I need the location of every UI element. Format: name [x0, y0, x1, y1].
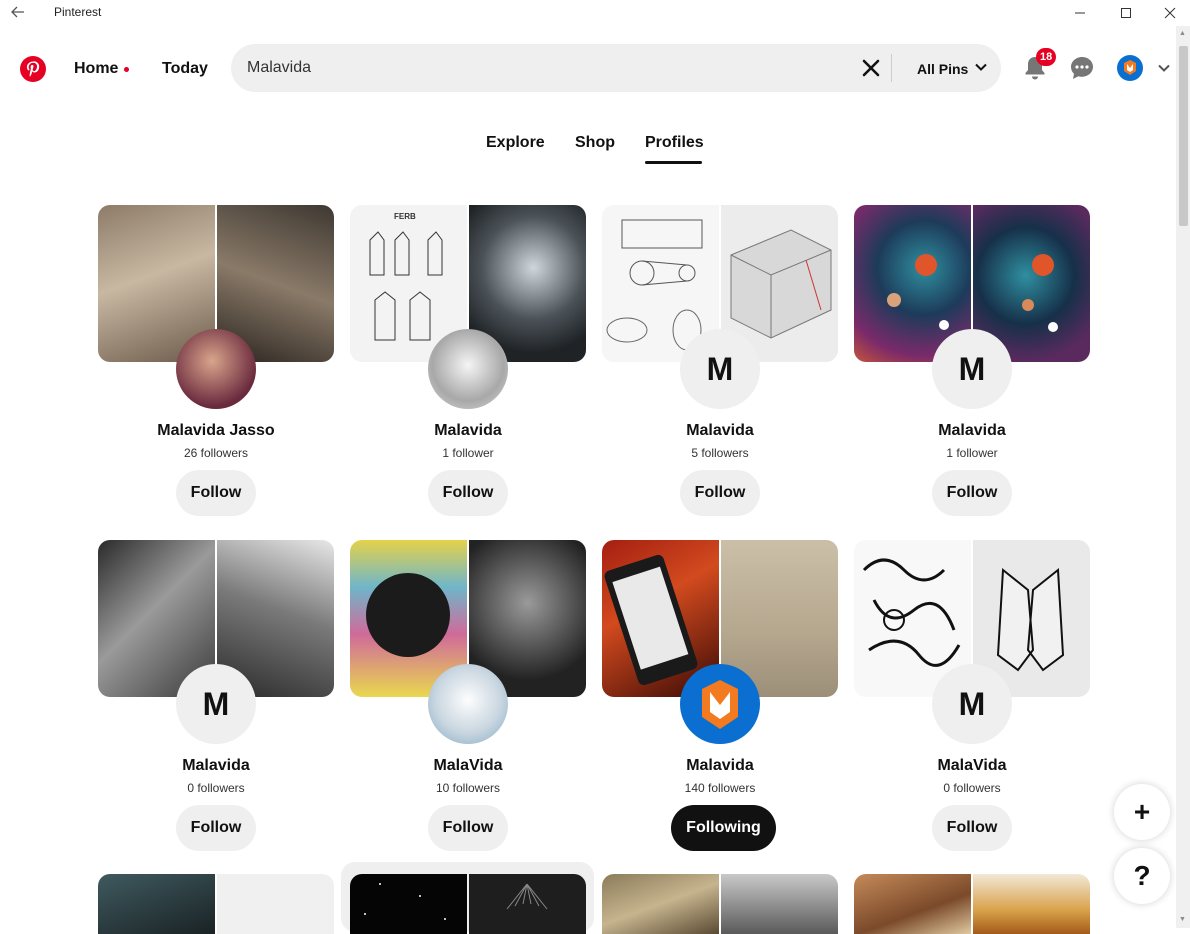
profile-followers: 0 followers [187, 781, 245, 795]
svg-text:FERB: FERB [394, 212, 416, 221]
profile-followers: 1 follower [442, 446, 494, 460]
cover-image [350, 874, 467, 934]
profile-card[interactable]: M MalaVida 0 followers Follow [854, 540, 1090, 860]
follow-button[interactable]: Follow [680, 470, 760, 516]
profile-avatar: M [680, 329, 760, 409]
profile-card[interactable]: M Malavida 1 follower Follow [854, 205, 1090, 525]
follow-button[interactable]: Follow [932, 470, 1012, 516]
profile-card-partial[interactable] [602, 874, 838, 934]
follow-button[interactable]: Follow [428, 805, 508, 851]
profile-avatar [428, 664, 508, 744]
profile-avatar [428, 329, 508, 409]
profile-avatar: M [176, 664, 256, 744]
follow-button[interactable]: Follow [176, 805, 256, 851]
profiles-grid: Malavida Jasso 26 followers Follow FERB … [0, 0, 1176, 934]
scroll-down-arrow-icon[interactable]: ▼ [1179, 916, 1186, 923]
profile-card[interactable]: Malavida 140 followers Following [602, 540, 838, 860]
profile-followers: 5 followers [691, 446, 749, 460]
profile-avatar: M [932, 664, 1012, 744]
profile-card[interactable]: FERB Malavida 1 follower Follow [350, 205, 586, 525]
follow-button[interactable]: Follow [932, 805, 1012, 851]
cover-image [98, 874, 215, 934]
profile-followers: 0 followers [943, 781, 1001, 795]
profile-name[interactable]: Malavida [350, 422, 586, 440]
profile-card-partial[interactable] [350, 874, 586, 934]
profile-card[interactable]: Malavida Jasso 26 followers Follow [98, 205, 334, 525]
follow-button[interactable]: Follow [428, 470, 508, 516]
malavida-logo-icon [702, 680, 738, 729]
following-button[interactable]: Following [671, 805, 776, 851]
profile-followers: 1 follower [946, 446, 998, 460]
profile-name[interactable]: Malavida [602, 757, 838, 775]
profile-followers: 10 followers [435, 781, 501, 795]
cover-image [602, 874, 719, 934]
page-scrollbar[interactable]: ▲ ▼ [1176, 26, 1190, 928]
cover-image [469, 874, 586, 934]
profile-name[interactable]: MalaVida [350, 757, 586, 775]
profile-name[interactable]: Malavida [854, 422, 1090, 440]
follow-button[interactable]: Follow [176, 470, 256, 516]
profile-avatar: M [932, 329, 1012, 409]
profile-name[interactable]: Malavida [602, 422, 838, 440]
profile-avatar [680, 664, 760, 744]
cover-image [973, 874, 1090, 934]
scrollbar-thumb[interactable] [1179, 46, 1188, 226]
cover-image [217, 874, 334, 934]
profile-card-partial[interactable] [98, 874, 334, 934]
profile-card-partial[interactable] [854, 874, 1090, 934]
profile-followers: 140 followers [684, 781, 756, 795]
create-plus-button[interactable]: + [1114, 784, 1170, 840]
help-button[interactable]: ? [1114, 848, 1170, 904]
scroll-up-arrow-icon[interactable]: ▲ [1179, 30, 1186, 37]
profile-avatar [176, 329, 256, 409]
profile-card[interactable]: M Malavida 5 followers Follow [602, 205, 838, 525]
profile-name[interactable]: Malavida [98, 757, 334, 775]
profile-followers: 26 followers [183, 446, 249, 460]
cover-image [721, 874, 838, 934]
profile-card[interactable]: MalaVida 10 followers Follow [350, 540, 586, 860]
cover-image [854, 874, 971, 934]
profile-card[interactable]: M Malavida 0 followers Follow [98, 540, 334, 860]
profile-name[interactable]: Malavida Jasso [98, 422, 334, 440]
profile-name[interactable]: MalaVida [854, 757, 1090, 775]
